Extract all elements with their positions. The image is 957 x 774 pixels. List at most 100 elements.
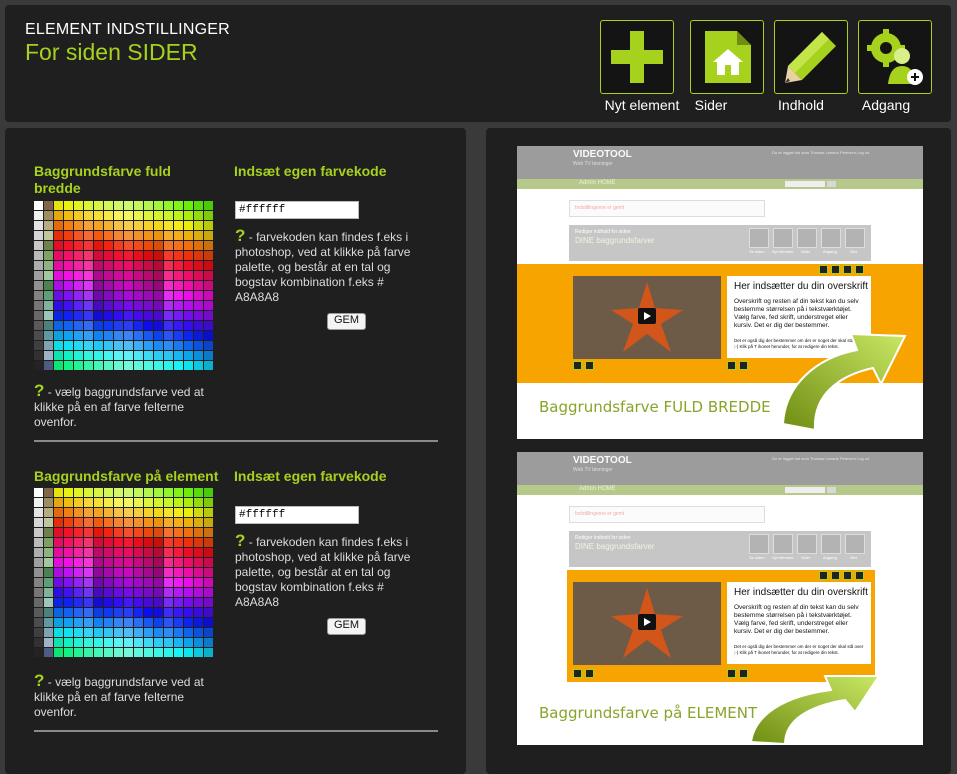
- color-swatch[interactable]: [194, 361, 204, 371]
- color-swatch[interactable]: [34, 508, 44, 518]
- color-swatch[interactable]: [94, 261, 104, 271]
- color-swatch[interactable]: [134, 341, 144, 351]
- color-swatch[interactable]: [204, 498, 214, 508]
- color-swatch[interactable]: [194, 281, 204, 291]
- color-swatch[interactable]: [84, 518, 94, 528]
- color-swatch[interactable]: [134, 271, 144, 281]
- color-swatch[interactable]: [164, 301, 174, 311]
- color-swatch[interactable]: [154, 341, 164, 351]
- color-swatch[interactable]: [194, 271, 204, 281]
- color-swatch[interactable]: [84, 251, 94, 261]
- color-swatch[interactable]: [104, 588, 114, 598]
- color-swatch[interactable]: [64, 508, 74, 518]
- color-swatch[interactable]: [54, 281, 64, 291]
- color-swatch[interactable]: [134, 498, 144, 508]
- color-swatch[interactable]: [104, 538, 114, 548]
- color-swatch[interactable]: [94, 221, 104, 231]
- color-swatch[interactable]: [174, 608, 184, 618]
- color-swatch[interactable]: [174, 568, 184, 578]
- color-swatch[interactable]: [164, 251, 174, 261]
- color-swatch[interactable]: [114, 291, 124, 301]
- color-swatch[interactable]: [64, 311, 74, 321]
- color-swatch[interactable]: [134, 528, 144, 538]
- color-swatch[interactable]: [104, 361, 114, 371]
- color-swatch[interactable]: [74, 211, 84, 221]
- color-swatch[interactable]: [134, 598, 144, 608]
- color-swatch[interactable]: [184, 648, 194, 658]
- color-swatch[interactable]: [94, 588, 104, 598]
- color-swatch[interactable]: [34, 341, 44, 351]
- color-swatch[interactable]: [144, 271, 154, 281]
- color-swatch[interactable]: [114, 578, 124, 588]
- color-swatch[interactable]: [84, 351, 94, 361]
- color-swatch[interactable]: [104, 251, 114, 261]
- color-swatch[interactable]: [74, 201, 84, 211]
- color-swatch[interactable]: [174, 201, 184, 211]
- color-swatch[interactable]: [164, 628, 174, 638]
- color-swatch[interactable]: [34, 221, 44, 231]
- color-swatch[interactable]: [204, 321, 214, 331]
- color-swatch[interactable]: [124, 578, 134, 588]
- color-swatch[interactable]: [64, 578, 74, 588]
- color-swatch[interactable]: [184, 261, 194, 271]
- color-swatch[interactable]: [194, 598, 204, 608]
- color-swatch[interactable]: [34, 518, 44, 528]
- color-swatch[interactable]: [74, 321, 84, 331]
- color-swatch[interactable]: [124, 548, 134, 558]
- color-swatch[interactable]: [174, 628, 184, 638]
- color-swatch[interactable]: [64, 548, 74, 558]
- color-swatch[interactable]: [174, 528, 184, 538]
- color-swatch[interactable]: [44, 251, 54, 261]
- color-swatch[interactable]: [174, 251, 184, 261]
- color-swatch[interactable]: [54, 638, 64, 648]
- color-swatch[interactable]: [194, 301, 204, 311]
- color-swatch[interactable]: [54, 291, 64, 301]
- color-swatch[interactable]: [34, 281, 44, 291]
- color-swatch[interactable]: [64, 231, 74, 241]
- color-swatch[interactable]: [194, 311, 204, 321]
- color-swatch[interactable]: [104, 331, 114, 341]
- color-swatch[interactable]: [194, 508, 204, 518]
- color-swatch[interactable]: [194, 291, 204, 301]
- color-swatch[interactable]: [174, 648, 184, 658]
- color-swatch[interactable]: [194, 628, 204, 638]
- color-swatch[interactable]: [194, 221, 204, 231]
- color-swatch[interactable]: [134, 331, 144, 341]
- color-swatch[interactable]: [54, 598, 64, 608]
- color-swatch[interactable]: [134, 221, 144, 231]
- color-swatch[interactable]: [134, 361, 144, 371]
- color-swatch[interactable]: [94, 628, 104, 638]
- color-swatch[interactable]: [184, 281, 194, 291]
- color-swatch[interactable]: [34, 498, 44, 508]
- color-swatch[interactable]: [114, 598, 124, 608]
- color-swatch[interactable]: [54, 211, 64, 221]
- color-swatch[interactable]: [54, 331, 64, 341]
- color-swatch[interactable]: [114, 558, 124, 568]
- color-swatch[interactable]: [154, 331, 164, 341]
- color-swatch[interactable]: [124, 638, 134, 648]
- color-swatch[interactable]: [204, 598, 214, 608]
- color-swatch[interactable]: [84, 528, 94, 538]
- element-save-button[interactable]: GEM: [327, 618, 367, 635]
- color-swatch[interactable]: [104, 301, 114, 311]
- color-swatch[interactable]: [194, 321, 204, 331]
- color-swatch[interactable]: [144, 608, 154, 618]
- color-swatch[interactable]: [104, 488, 114, 498]
- color-swatch[interactable]: [124, 518, 134, 528]
- color-swatch[interactable]: [104, 341, 114, 351]
- color-swatch[interactable]: [64, 598, 74, 608]
- color-swatch[interactable]: [54, 558, 64, 568]
- color-swatch[interactable]: [74, 608, 84, 618]
- color-swatch[interactable]: [104, 578, 114, 588]
- color-swatch[interactable]: [84, 231, 94, 241]
- color-swatch[interactable]: [64, 498, 74, 508]
- color-swatch[interactable]: [54, 488, 64, 498]
- color-swatch[interactable]: [44, 568, 54, 578]
- color-swatch[interactable]: [124, 568, 134, 578]
- color-swatch[interactable]: [154, 291, 164, 301]
- color-swatch[interactable]: [64, 648, 74, 658]
- color-swatch[interactable]: [104, 508, 114, 518]
- color-swatch[interactable]: [44, 321, 54, 331]
- color-swatch[interactable]: [94, 251, 104, 261]
- color-swatch[interactable]: [104, 281, 114, 291]
